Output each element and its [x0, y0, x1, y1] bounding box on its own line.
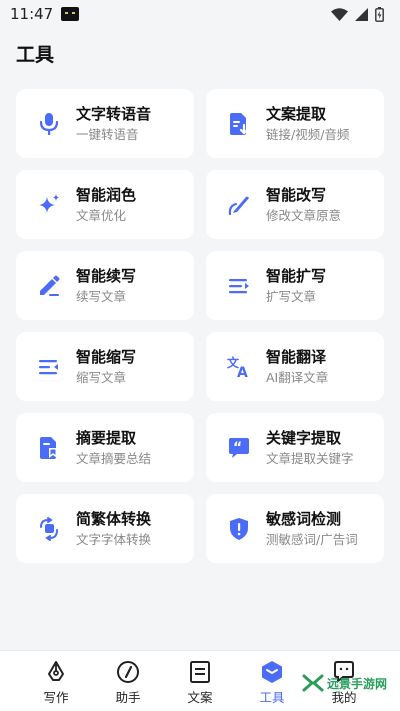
- microphone-icon: [36, 111, 62, 137]
- tool-card-translate[interactable]: 文 A 智能翻译 AI翻译文章: [206, 332, 384, 401]
- fountain-pen-icon: [43, 659, 69, 685]
- tool-title: 简繁体转换: [76, 509, 152, 528]
- tool-card-expand[interactable]: 智能扩写 扩写文章: [206, 251, 384, 320]
- tool-card-copy-extract[interactable]: 文案提取 链接/视频/音频: [206, 89, 384, 158]
- tool-title: 关键字提取: [266, 428, 342, 447]
- tool-subtitle: 缩写文章: [76, 369, 127, 385]
- watermark: 远景手游网: [302, 674, 387, 692]
- signal-icon: [355, 7, 368, 21]
- tool-title: 摘要提取: [76, 428, 137, 447]
- status-bar: 11:47: [0, 0, 400, 28]
- watermark-logo-icon: [302, 674, 324, 692]
- tool-subtitle: 续写文章: [76, 288, 127, 304]
- translate-icon: 文 A: [226, 354, 252, 380]
- tool-title: 智能改写: [266, 185, 327, 204]
- tool-card-continue[interactable]: 智能续写 续写文章: [16, 251, 194, 320]
- tool-subtitle: 测敏感词/广告词: [266, 531, 358, 547]
- tool-title: 智能润色: [76, 185, 137, 204]
- tool-subtitle: 文章优化: [76, 207, 127, 223]
- shrink-lines-icon: [36, 354, 62, 380]
- nav-item-tools[interactable]: 工具: [244, 659, 300, 706]
- tool-subtitle: 扩写文章: [266, 288, 317, 304]
- tool-card-text-to-speech[interactable]: 文字转语音 一键转语音: [16, 89, 194, 158]
- battery-icon: [375, 6, 384, 22]
- tool-card-keyword[interactable]: “ 关键字提取 文章提取关键字: [206, 413, 384, 482]
- status-time: 11:47: [10, 5, 54, 23]
- compass-icon: [115, 659, 141, 685]
- svg-text:A: A: [237, 365, 248, 379]
- pen-curve-icon: [226, 192, 252, 218]
- tool-subtitle: 链接/视频/音频: [266, 126, 350, 142]
- svg-text:“: “: [233, 440, 242, 456]
- nav-item-assistant[interactable]: 助手: [100, 659, 156, 706]
- tool-card-rewrite[interactable]: 智能改写 修改文章原意: [206, 170, 384, 239]
- tool-subtitle: 修改文章原意: [266, 207, 342, 223]
- wifi-icon: [331, 7, 348, 21]
- tool-card-polish[interactable]: 智能润色 文章优化: [16, 170, 194, 239]
- tool-title: 智能扩写: [266, 266, 327, 285]
- expand-lines-icon: [226, 273, 252, 299]
- page-title: 工具: [16, 44, 55, 66]
- tools-cube-icon: [259, 659, 285, 685]
- tool-subtitle: 一键转语音: [76, 126, 139, 142]
- tool-card-shrink[interactable]: 智能缩写 缩写文章: [16, 332, 194, 401]
- tool-title: 智能缩写: [76, 347, 137, 366]
- convert-icon: [36, 516, 62, 542]
- tool-title: 智能续写: [76, 266, 137, 285]
- tool-subtitle: 文字字体转换: [76, 531, 152, 547]
- sparkle-icon: [36, 192, 62, 218]
- nav-item-write[interactable]: 写作: [28, 659, 84, 706]
- notification-app-icon: [61, 7, 80, 21]
- tool-title: 智能翻译: [266, 347, 327, 366]
- tool-card-summary[interactable]: 摘要提取 文章摘要总结: [16, 413, 194, 482]
- tool-title: 文字转语音: [76, 104, 152, 123]
- tool-card-simplified-traditional[interactable]: 简繁体转换 文字字体转换: [16, 494, 194, 563]
- tool-title: 敏感词检测: [266, 509, 342, 528]
- watermark-text: 远景手游网: [327, 676, 388, 691]
- shield-alert-icon: [226, 516, 252, 542]
- edit-pen-icon: [36, 273, 62, 299]
- tool-subtitle: 文章提取关键字: [266, 450, 354, 466]
- quote-bubble-icon: “: [226, 435, 252, 461]
- nav-label-copy: 文案: [187, 690, 213, 705]
- nav-item-copy[interactable]: 文案: [172, 659, 228, 706]
- tool-subtitle: 文章摘要总结: [76, 450, 152, 466]
- nav-label-tools: 工具: [259, 690, 285, 705]
- tool-title: 文案提取: [266, 104, 327, 123]
- nav-label-write: 写作: [43, 690, 69, 705]
- tool-subtitle: AI翻译文章: [266, 369, 329, 385]
- tool-card-sensitive-words[interactable]: 敏感词检测 测敏感词/广告词: [206, 494, 384, 563]
- document-extract-icon: [226, 111, 252, 137]
- document-lines-icon: [187, 659, 213, 685]
- tool-grid: 文字转语音 一键转语音 文案提取 链接/视频/音频 智能润色 文章优化 智能改写…: [16, 89, 384, 563]
- bookmark-doc-icon: [36, 435, 62, 461]
- nav-label-assistant: 助手: [115, 690, 141, 705]
